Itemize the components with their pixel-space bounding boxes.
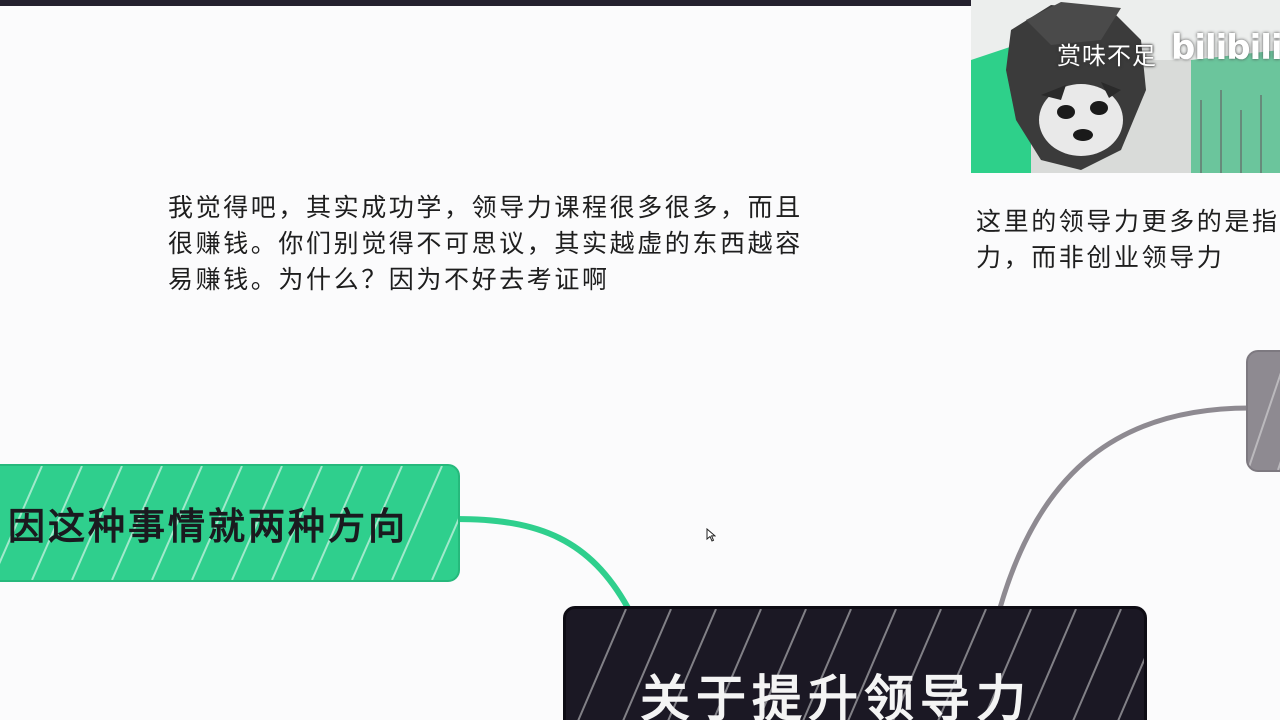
node-center-topic-label: 关于提升领导力 — [640, 670, 1032, 720]
note-right: 这里的领导力更多的是指 力，而非创业领导力 — [976, 204, 1280, 276]
node-two-directions-label: 因这种事情就两种方向 — [8, 505, 408, 548]
mindmap-canvas[interactable]: 我觉得吧，其实成功学，领导力课程很多很多，而且 很赚钱。你们别觉得不可思议，其实… — [0, 0, 1280, 720]
connector-green — [453, 516, 631, 611]
presenter-video-overlay: 赏味不足 bilibili — [971, 0, 1280, 173]
note-left: 我觉得吧，其实成功学，领导力课程很多很多，而且 很赚钱。你们别觉得不可思议，其实… — [168, 190, 803, 298]
red-panda-avatar-icon — [971, 0, 1280, 173]
node-gray-partial[interactable] — [1246, 350, 1280, 472]
note-right-line-1: 这里的领导力更多的是指 — [976, 207, 1280, 236]
node-two-directions[interactable]: 因这种事情就两种方向 — [0, 464, 460, 582]
hatch-texture — [1248, 372, 1280, 470]
bilibili-logo: bilibili — [1171, 28, 1280, 68]
note-left-line-1: 我觉得吧，其实成功学，领导力课程很多很多，而且 — [168, 193, 803, 222]
note-right-line-2: 力，而非创业领导力 — [976, 243, 1225, 272]
note-left-line-2: 很赚钱。你们别觉得不可思议，其实越虚的东西越容 — [168, 229, 803, 258]
mouse-cursor-icon — [706, 528, 716, 542]
video-watermark: 赏味不足 — [1057, 42, 1157, 70]
note-left-line-3: 易赚钱。为什么？因为不好去考证啊 — [168, 265, 610, 294]
node-center-topic[interactable]: 关于提升领导力 — [563, 606, 1147, 720]
connector-gray — [997, 405, 1253, 611]
